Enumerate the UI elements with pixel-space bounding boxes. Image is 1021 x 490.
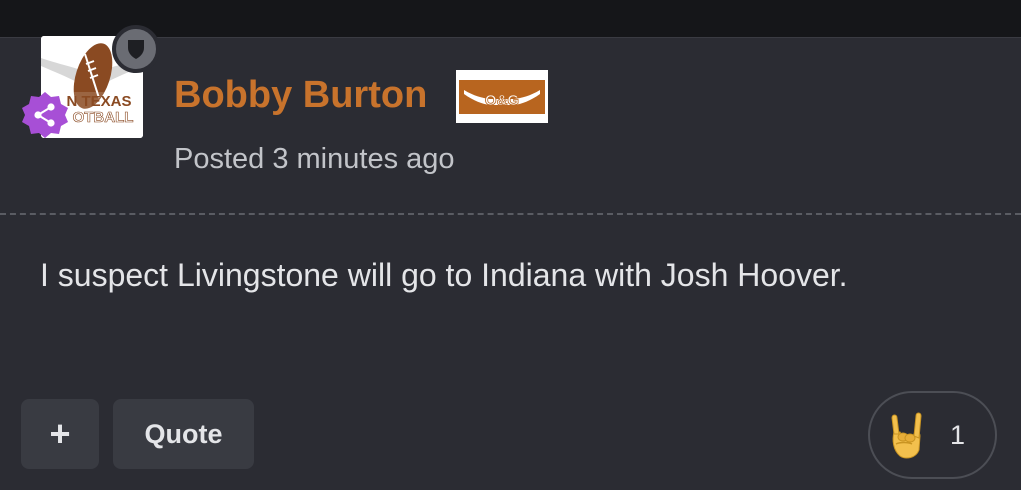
author-name[interactable]: Bobby Burton bbox=[174, 73, 427, 117]
reaction-count: 1 bbox=[950, 419, 966, 450]
post-content: I suspect Livingstone will go to Indiana… bbox=[40, 257, 848, 293]
reaction-button[interactable]: 1 bbox=[868, 391, 997, 479]
svg-text:O&G: O&G bbox=[485, 92, 519, 109]
author-avatar-group: N TEXAS OTBALL bbox=[20, 25, 160, 176]
group-badge-logo: O&G bbox=[456, 70, 548, 123]
svg-text:N TEXAS: N TEXAS bbox=[66, 93, 131, 110]
plus-icon: + bbox=[49, 413, 71, 454]
svg-text:OTBALL: OTBALL bbox=[73, 109, 134, 126]
share-icon bbox=[20, 90, 70, 140]
divider bbox=[0, 213, 1021, 215]
rock-on-hand-icon bbox=[884, 408, 928, 462]
quote-button-label: Quote bbox=[144, 418, 223, 449]
multiquote-add-button[interactable]: + bbox=[21, 399, 99, 469]
quote-button[interactable]: Quote bbox=[113, 399, 254, 469]
moderator-shield-icon bbox=[112, 25, 160, 73]
post-timestamp[interactable]: Posted 3 minutes ago bbox=[174, 142, 455, 176]
